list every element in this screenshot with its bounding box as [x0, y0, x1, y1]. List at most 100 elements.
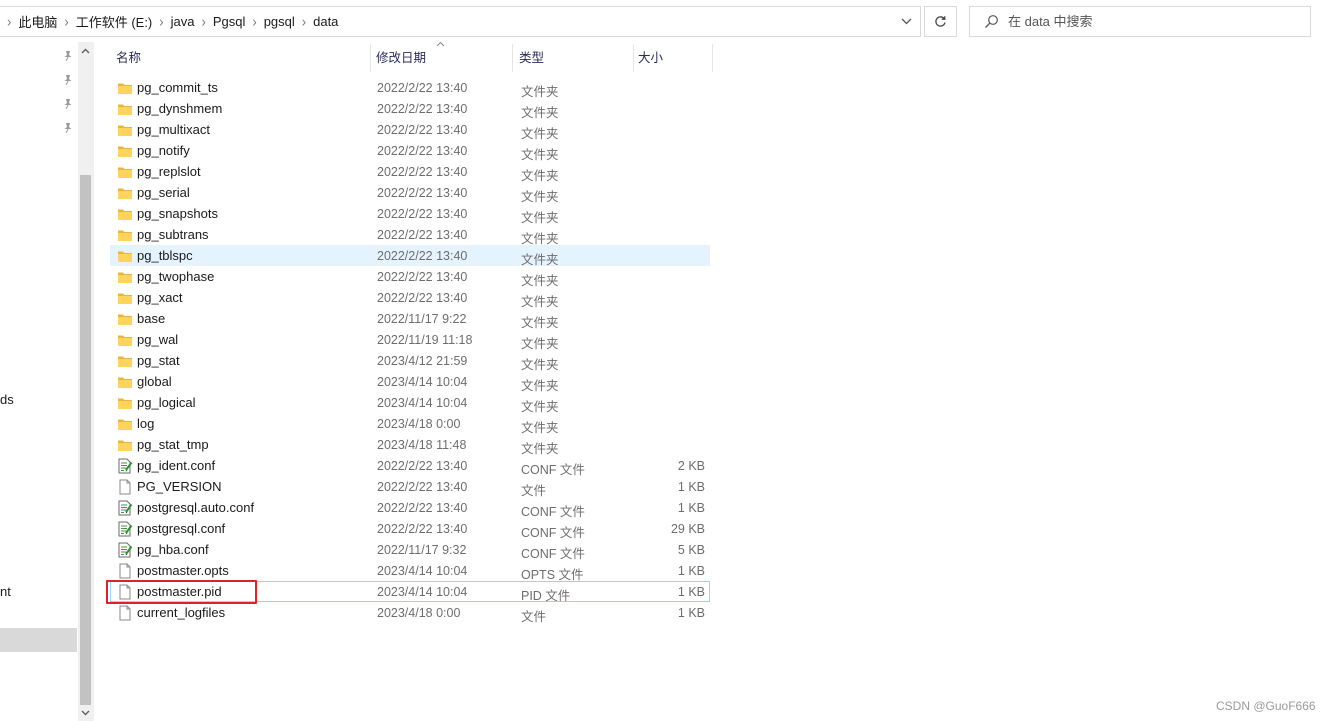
scrollbar-thumb[interactable]: [80, 175, 91, 705]
search-input[interactable]: [1008, 11, 1298, 32]
file-name: current_logfiles: [137, 605, 226, 620]
file-row[interactable]: current_logfiles 2023/4/18 0:00 文件 1 KB: [110, 602, 710, 624]
file-modified-date: 2022/2/22 13:40: [377, 249, 468, 263]
column-header-modified[interactable]: 修改日期: [368, 44, 512, 72]
chevron-right-icon[interactable]: ›: [201, 13, 205, 30]
file-row[interactable]: postgresql.conf 2022/2/22 13:40 CONF 文件 29 …: [110, 518, 710, 540]
folder-row[interactable]: base 2022/11/17 9:22 文件夹: [110, 308, 710, 330]
file-name: pg_dynshmem: [137, 101, 223, 116]
folder-row[interactable]: pg_serial 2022/2/22 13:40 文件夹: [110, 182, 710, 204]
nav-scrollbar[interactable]: [78, 42, 93, 721]
navigation-pane: ds nt: [0, 42, 78, 721]
file-name: pg_subtrans: [137, 227, 209, 242]
folder-row[interactable]: log 2023/4/18 0:00 文件夹: [110, 413, 710, 435]
folder-row[interactable]: pg_stat_tmp 2023/4/18 11:48 文件夹: [110, 434, 710, 456]
folder-icon: [117, 206, 133, 222]
file-modified-date: 2023/4/12 21:59: [377, 354, 468, 368]
pin-icon[interactable]: [62, 122, 74, 134]
file-size: 1 KB: [677, 564, 705, 578]
folder-row[interactable]: pg_twophase 2022/2/22 13:40 文件夹: [110, 266, 710, 288]
file-row[interactable]: postmaster.opts 2023/4/14 10:04 OPTS 文件 1 K…: [110, 560, 710, 582]
folder-row[interactable]: pg_tblspc 2022/2/22 13:40 文件夹: [110, 245, 710, 267]
pin-icon[interactable]: [62, 98, 74, 110]
column-header-name[interactable]: 名称: [108, 44, 370, 72]
folder-row[interactable]: pg_snapshots 2022/2/22 13:40 文件夹: [110, 203, 710, 225]
folder-icon: [117, 290, 133, 306]
file-modified-date: 2022/11/17 9:22: [377, 312, 467, 326]
search-box[interactable]: [969, 6, 1311, 37]
breadcrumb-item-data[interactable]: data: [313, 14, 338, 29]
file-modified-date: 2023/4/14 10:04: [377, 585, 468, 599]
file-modified-date: 2022/2/22 13:40: [377, 144, 468, 158]
file-icon: [117, 563, 133, 579]
file-name: postgresql.conf: [137, 521, 226, 536]
breadcrumb-item-this-pc[interactable]: 此电脑: [18, 12, 57, 31]
folder-row[interactable]: pg_subtrans 2022/2/22 13:40 文件夹: [110, 224, 710, 246]
folder-icon: [117, 311, 133, 327]
breadcrumb-item-pgsql[interactable]: pgsql: [264, 14, 295, 29]
folder-icon: [117, 416, 133, 432]
folder-row[interactable]: pg_replslot 2022/2/22 13:40 文件夹: [110, 161, 710, 183]
folder-row[interactable]: pg_stat 2023/4/12 21:59 文件夹: [110, 350, 710, 372]
pin-icon[interactable]: [62, 74, 74, 86]
refresh-button[interactable]: [924, 6, 957, 37]
folder-row[interactable]: global 2023/4/14 10:04 文件夹: [110, 371, 710, 393]
pane-divider[interactable]: [93, 42, 94, 721]
file-modified-date: 2023/4/14 10:04: [377, 375, 468, 389]
breadcrumb-item-drive[interactable]: 工作软件 (E:): [76, 12, 153, 31]
nav-item-label[interactable]: ds: [0, 392, 14, 407]
file-size: 29 KB: [670, 522, 705, 536]
file-name: postmaster.opts: [137, 563, 229, 578]
folder-row[interactable]: pg_xact 2022/2/22 13:40 文件夹: [110, 287, 710, 309]
chevron-right-icon[interactable]: ›: [159, 13, 163, 30]
file-modified-date: 2023/4/18 0:00: [377, 606, 461, 620]
address-history-dropdown[interactable]: [893, 7, 919, 36]
file-row[interactable]: pg_ident.conf 2022/2/22 13:40 CONF 文件 2 KB: [110, 455, 710, 477]
folder-row[interactable]: pg_wal 2022/11/19 11:18 文件夹: [110, 329, 710, 351]
folder-row[interactable]: pg_commit_ts 2022/2/22 13:40 文件夹: [110, 77, 710, 99]
folder-row[interactable]: pg_multixact 2022/2/22 13:40 文件夹: [110, 119, 710, 141]
file-modified-date: 2022/2/22 13:40: [377, 207, 468, 221]
folder-icon: [117, 374, 133, 390]
nav-item-selected[interactable]: [0, 628, 77, 652]
file-modified-date: 2022/11/17 9:32: [377, 543, 467, 557]
file-modified-date: 2022/2/22 13:40: [377, 228, 468, 242]
file-name: pg_serial: [137, 185, 190, 200]
column-header-type[interactable]: 类型: [511, 44, 633, 72]
chevron-right-icon[interactable]: ›: [252, 13, 256, 30]
column-header-size[interactable]: 大小: [630, 44, 712, 72]
highlight-annotation: [106, 580, 257, 604]
breadcrumb-item-java[interactable]: java: [171, 14, 195, 29]
chevron-right-icon[interactable]: ›: [7, 13, 11, 30]
file-size: 1 KB: [677, 585, 705, 599]
file-row[interactable]: postgresql.auto.conf 2022/2/22 13:40 CONF …: [110, 497, 710, 519]
file-modified-date: 2022/2/22 13:40: [377, 165, 468, 179]
pin-icon[interactable]: [62, 50, 74, 62]
file-name: pg_ident.conf: [137, 458, 216, 473]
file-size: 1 KB: [677, 480, 705, 494]
chevron-right-icon[interactable]: ›: [302, 13, 306, 30]
chevron-right-icon[interactable]: ›: [64, 13, 68, 30]
file-modified-date: 2022/2/22 13:40: [377, 459, 468, 473]
scroll-up-button[interactable]: [78, 44, 93, 58]
toolbar: › 此电脑 › 工作软件 (E:) › java › Pgsql › pgsql…: [0, 0, 1332, 42]
file-icon: [117, 479, 133, 495]
file-name: pg_twophase: [137, 269, 215, 284]
column-separator[interactable]: [712, 44, 713, 72]
folder-row[interactable]: pg_logical 2023/4/14 10:04 文件夹: [110, 392, 710, 414]
folder-row[interactable]: pg_notify 2022/2/22 13:40 文件夹: [110, 140, 710, 162]
folder-row[interactable]: pg_dynshmem 2022/2/22 13:40 文件夹: [110, 98, 710, 120]
file-row[interactable]: pg_hba.conf 2022/11/17 9:32 CONF 文件 5 KB: [110, 539, 710, 561]
scroll-down-button[interactable]: [78, 706, 93, 720]
file-modified-date: 2022/2/22 13:40: [377, 522, 468, 536]
file-name: pg_logical: [137, 395, 196, 410]
address-bar[interactable]: › 此电脑 › 工作软件 (E:) › java › Pgsql › pgsql…: [0, 6, 921, 37]
file-name: pg_commit_ts: [137, 80, 218, 95]
folder-icon: [117, 185, 133, 201]
nav-item-label[interactable]: nt: [0, 584, 11, 599]
file-modified-date: 2022/2/22 13:40: [377, 102, 468, 116]
breadcrumb-item-pgsql-upper[interactable]: Pgsql: [213, 14, 246, 29]
file-row[interactable]: PG_VERSION 2022/2/22 13:40 文件 1 KB: [110, 476, 710, 498]
file-modified-date: 2023/4/14 10:04: [377, 396, 468, 410]
watermark: CSDN @GuoF666: [1216, 699, 1316, 713]
